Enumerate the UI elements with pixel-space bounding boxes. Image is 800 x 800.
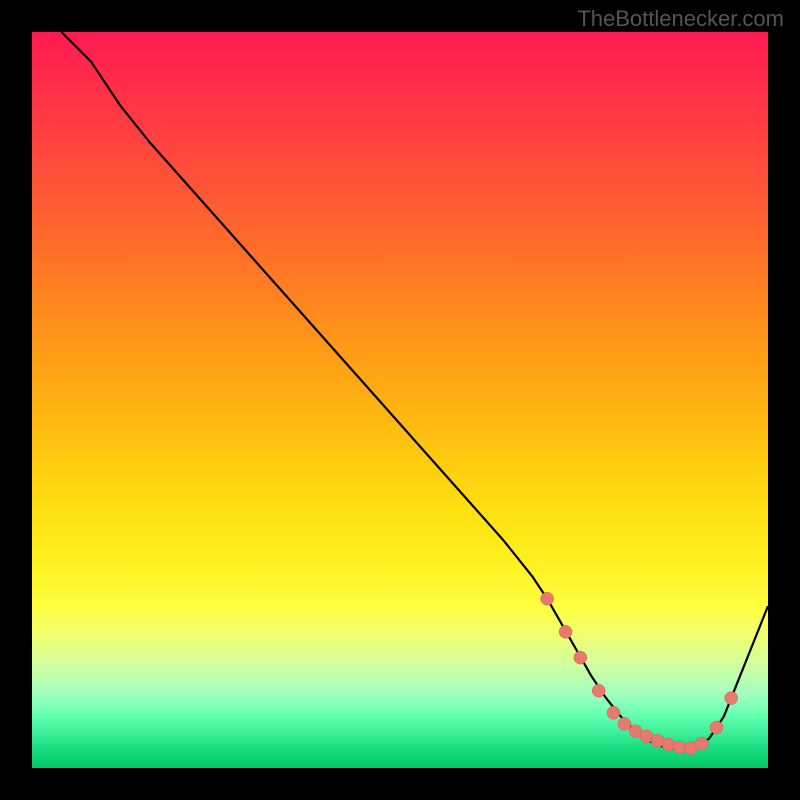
chart-plot-area (32, 32, 768, 768)
data-marker (618, 717, 631, 730)
data-marker (541, 592, 554, 605)
data-marker (695, 737, 708, 750)
data-marker (710, 721, 723, 734)
attribution-text: TheBottlenecker.com (577, 6, 784, 32)
data-marker (574, 651, 587, 664)
data-marker (607, 706, 620, 719)
markers-group (541, 592, 738, 754)
chart-svg (32, 32, 768, 768)
data-marker (725, 692, 738, 705)
data-marker (592, 684, 605, 697)
curve-line (61, 32, 768, 750)
data-marker (559, 625, 572, 638)
